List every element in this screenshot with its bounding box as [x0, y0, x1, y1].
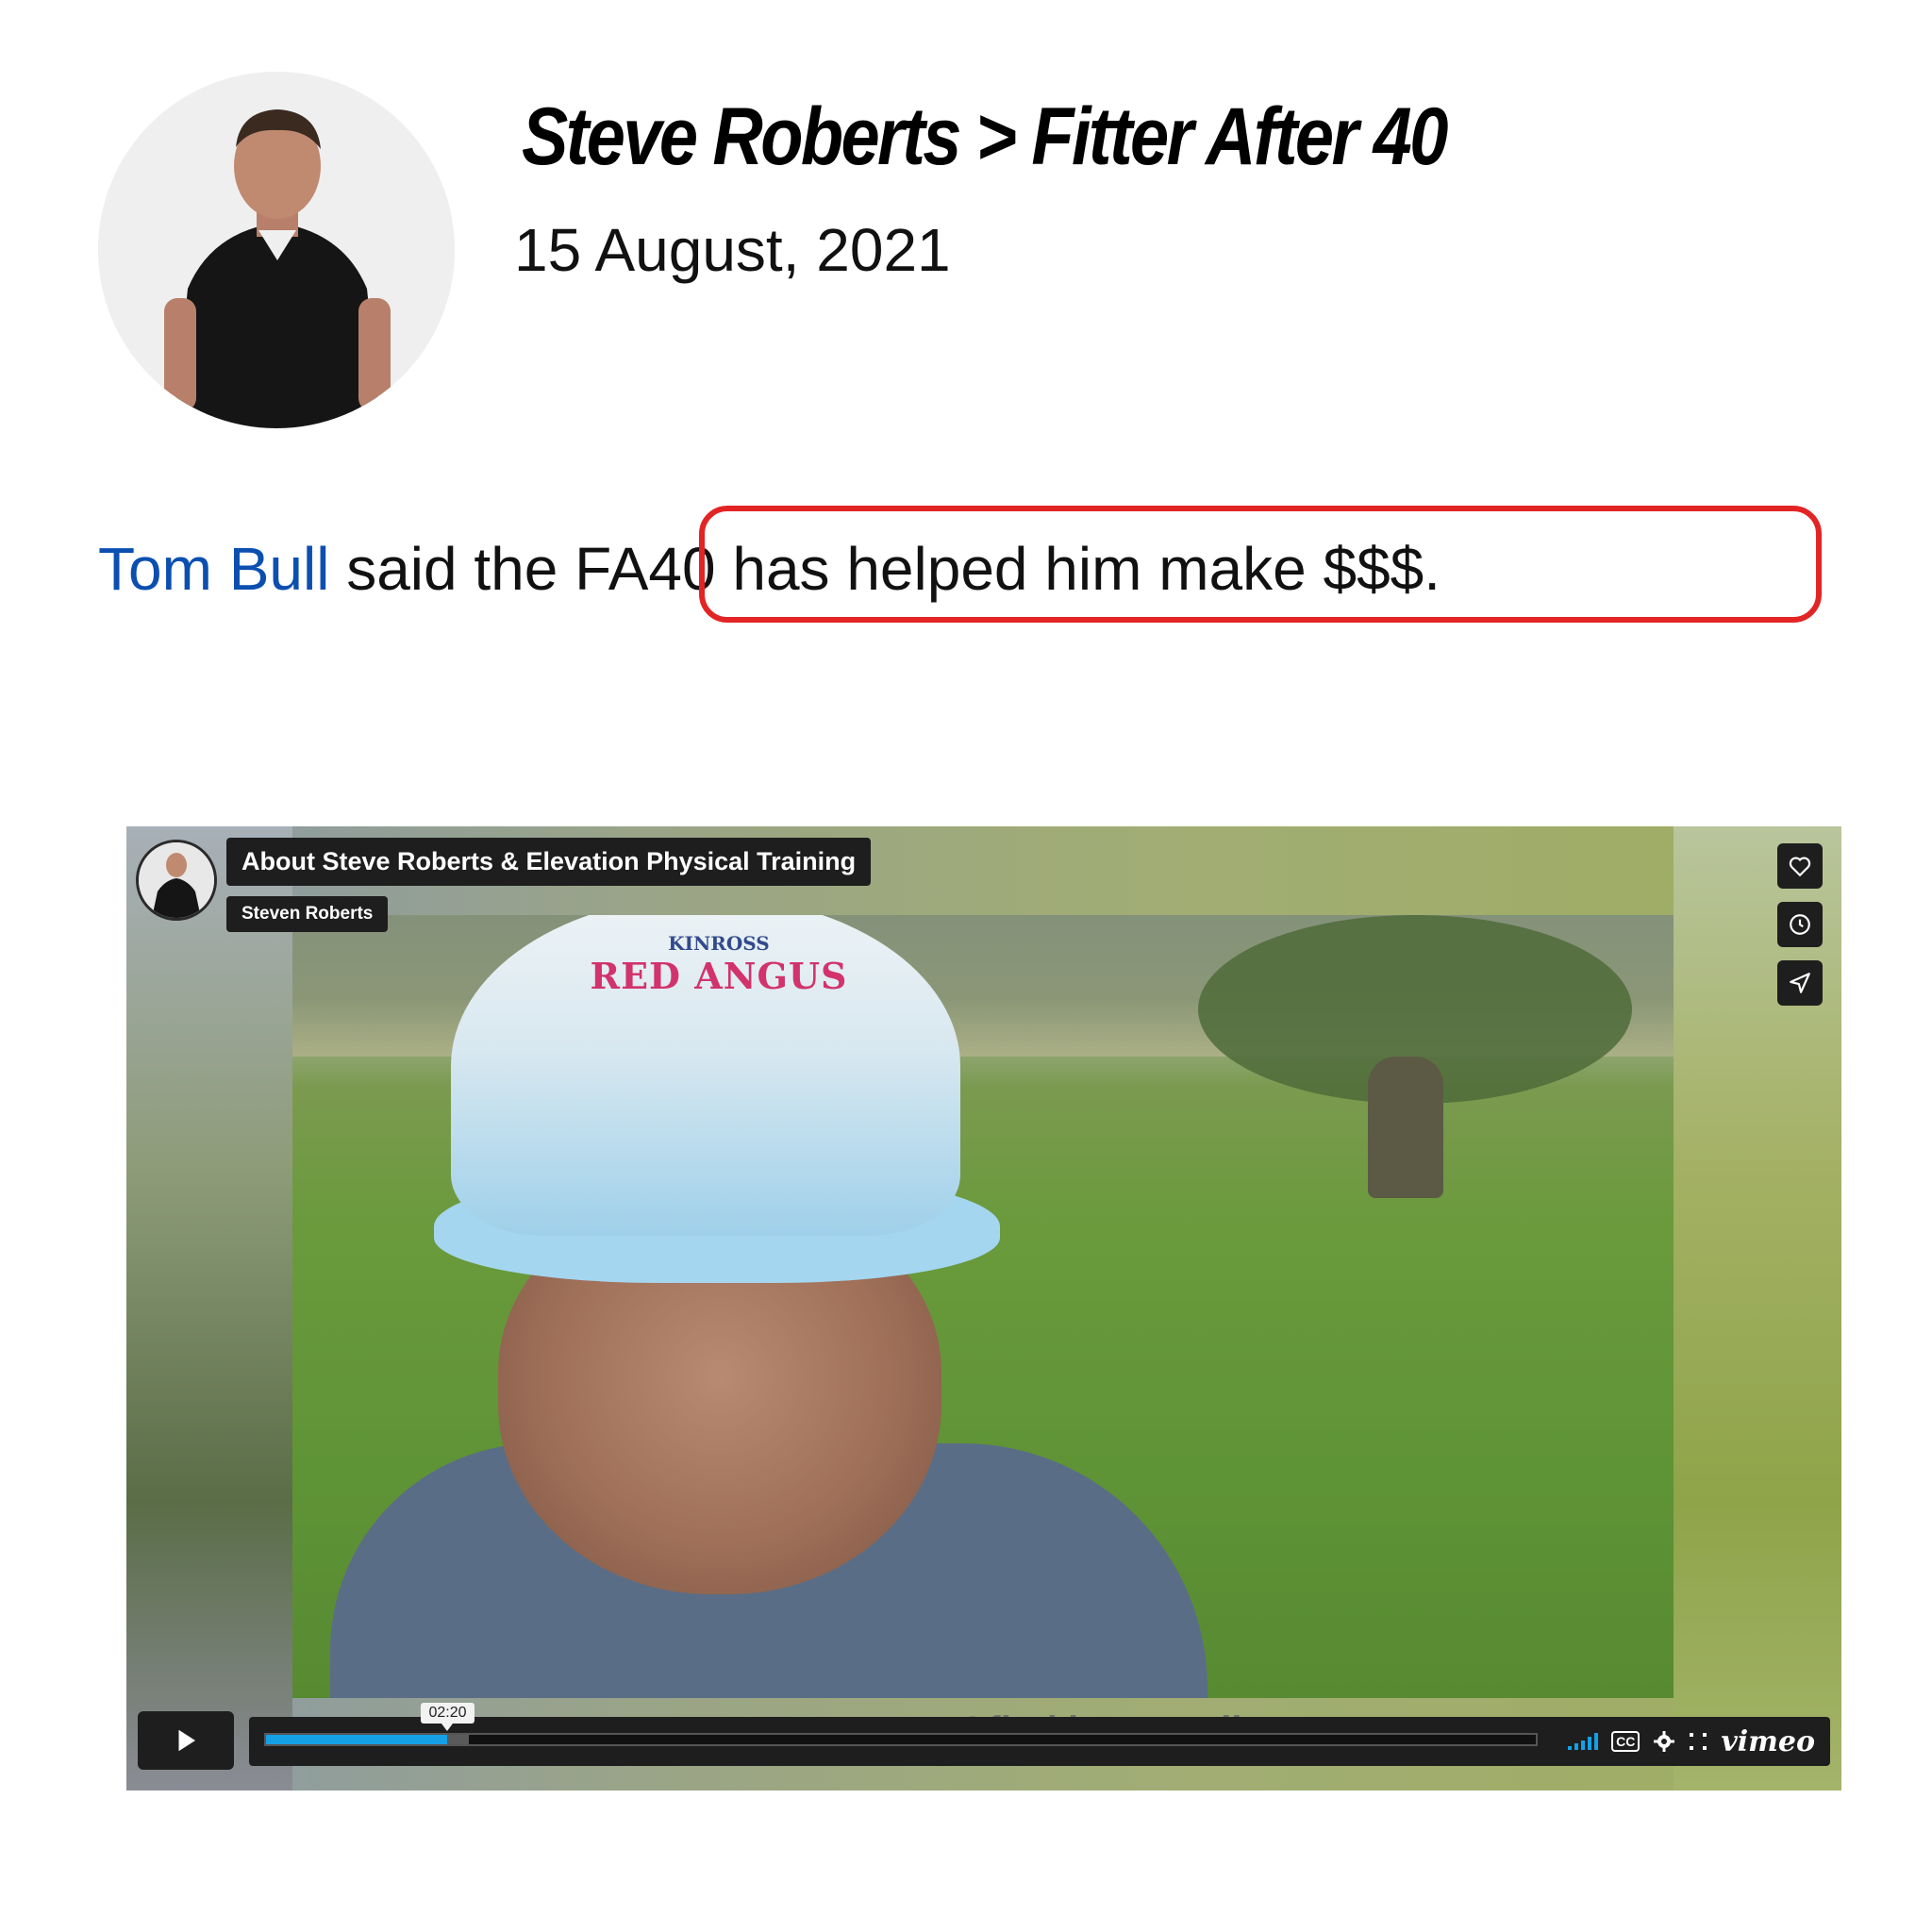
settings-gear-icon[interactable] — [1653, 1730, 1675, 1753]
author-photo — [98, 72, 455, 428]
control-icons: CC vimeo — [1568, 1724, 1815, 1758]
video-tree-trunk — [1368, 1057, 1443, 1198]
cap-logo: KINROSS RED ANGUS — [540, 934, 898, 994]
video-byline[interactable]: Steven Roberts — [226, 896, 389, 932]
post-title[interactable]: Steve Roberts > Fitter After 40 — [522, 91, 1448, 184]
like-button[interactable] — [1777, 843, 1823, 889]
testimonial-text: said the — [346, 535, 558, 603]
time-tooltip: 02:20 — [421, 1703, 475, 1731]
play-icon — [178, 1729, 195, 1752]
channel-photo — [139, 842, 214, 918]
highlight-annotation — [699, 506, 1822, 623]
channel-avatar[interactable] — [136, 840, 217, 921]
control-bar: 02:20 CC vimeo — [249, 1703, 1830, 1766]
video-player[interactable]: KINROSS RED ANGUS I find is mentally Abo… — [126, 826, 1841, 1790]
cap-text-main: RED ANGUS — [590, 955, 848, 997]
video-blur-left — [126, 826, 292, 1790]
played-fill — [266, 1735, 448, 1744]
post-date: 15 August, 2021 — [514, 216, 951, 284]
video-frame[interactable]: KINROSS RED ANGUS — [292, 915, 1674, 1698]
progress-bar[interactable]: 02:20 — [264, 1703, 1538, 1746]
cc-icon[interactable]: CC — [1611, 1731, 1641, 1752]
cap-text-top: KINROSS — [668, 932, 770, 955]
testimonial-name-link[interactable]: Tom Bull — [98, 535, 329, 603]
vimeo-logo[interactable]: vimeo — [1721, 1725, 1815, 1758]
watch-later-button[interactable] — [1777, 902, 1823, 947]
clock-icon — [1790, 914, 1810, 935]
send-icon — [1790, 973, 1810, 993]
video-title[interactable]: About Steve Roberts & Elevation Physical… — [226, 838, 872, 886]
heart-icon — [1789, 857, 1811, 877]
play-button[interactable] — [138, 1711, 234, 1770]
fullscreen-icon[interactable] — [1689, 1732, 1707, 1751]
share-button[interactable] — [1777, 960, 1823, 1006]
volume-control[interactable] — [1568, 1733, 1599, 1750]
author-avatar — [98, 72, 455, 428]
